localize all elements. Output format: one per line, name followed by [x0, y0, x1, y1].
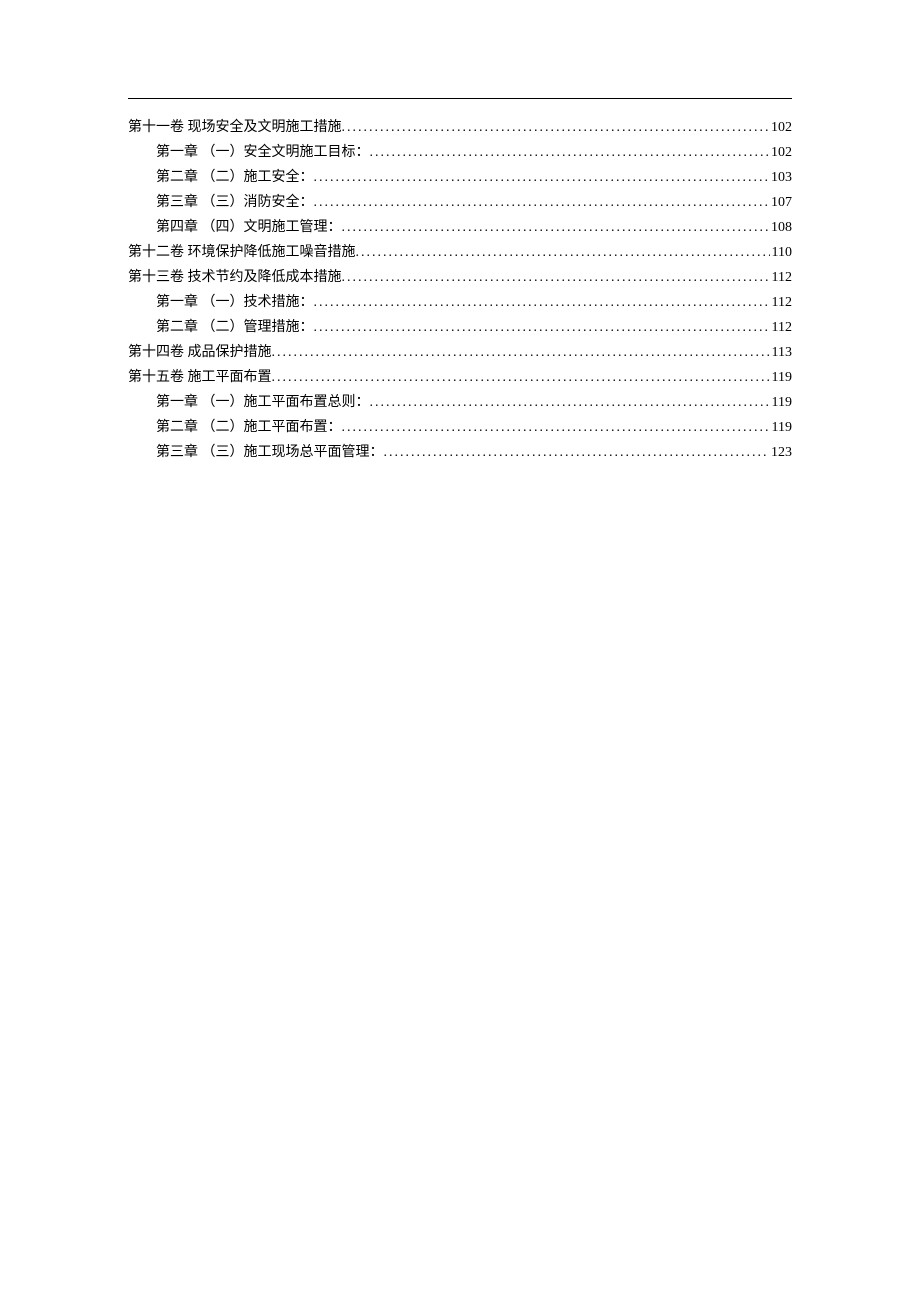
toc-entry: 第四章 （四）文明施工管理： 108 — [128, 215, 792, 240]
toc-leader-dots — [370, 140, 770, 165]
toc-entry-page: 112 — [770, 290, 792, 315]
toc-entry-page: 102 — [769, 140, 792, 165]
toc-entry-label: 第一章 （一）技术措施： — [156, 290, 314, 315]
toc-entry-page: 112 — [770, 315, 792, 340]
toc-entry: 第十四卷 成品保护措施 113 — [128, 340, 792, 365]
toc-leader-dots — [314, 165, 770, 190]
table-of-contents: 第十一卷 现场安全及文明施工措施102第一章 （一）安全文明施工目标：102第二… — [128, 98, 792, 465]
toc-leader-dots — [314, 315, 770, 340]
toc-entry: 第三章 （三）消防安全： 107 — [128, 190, 792, 215]
toc-leader-dots — [356, 240, 770, 265]
toc-entry: 第十二卷 环境保护降低施工噪音措施 110 — [128, 240, 792, 265]
toc-leader-dots — [314, 290, 770, 315]
toc-leader-dots — [272, 340, 770, 365]
toc-entry: 第十五卷 施工平面布置 119 — [128, 365, 792, 390]
toc-entry-page: 113 — [770, 340, 792, 365]
toc-entry-page: 119 — [770, 390, 792, 415]
toc-entry-label: 第二章 （二）管理措施： — [156, 315, 314, 340]
toc-entry-label: 第十二卷 环境保护降低施工噪音措施 — [128, 240, 356, 265]
toc-entry: 第三章 （三）施工现场总平面管理： 123 — [128, 440, 792, 465]
toc-entry-label: 第三章 （三）消防安全： — [156, 190, 314, 215]
toc-leader-dots — [370, 390, 770, 415]
toc-entry-page: 102 — [769, 115, 792, 140]
toc-entry-page: 119 — [770, 415, 792, 440]
toc-leader-dots — [342, 415, 770, 440]
toc-entry-page: 108 — [769, 215, 792, 240]
toc-entry: 第二章 （二）施工平面布置： 119 — [128, 415, 792, 440]
toc-entry-label: 第四章 （四）文明施工管理： — [156, 215, 342, 240]
toc-entry-label: 第一章 （一）安全文明施工目标： — [156, 140, 370, 165]
toc-entry-label: 第十三卷 技术节约及降低成本措施 — [128, 265, 342, 290]
toc-entry-label: 第十四卷 成品保护措施 — [128, 340, 272, 365]
toc-entry-page: 119 — [770, 365, 792, 390]
toc-entry-label: 第二章 （二）施工平面布置： — [156, 415, 342, 440]
toc-entry-page: 107 — [769, 190, 792, 215]
toc-entry-label: 第十一卷 现场安全及文明施工措施 — [128, 115, 342, 140]
toc-entry-label: 第三章 （三）施工现场总平面管理： — [156, 440, 384, 465]
toc-entry: 第一章 （一）安全文明施工目标： 102 — [128, 140, 792, 165]
toc-entry: 第一章 （一）技术措施： 112 — [128, 290, 792, 315]
toc-leader-dots — [342, 215, 770, 240]
toc-entry-page: 112 — [770, 265, 792, 290]
toc-leader-dots — [314, 190, 770, 215]
toc-entry-page: 110 — [770, 240, 792, 265]
toc-entry-page: 123 — [769, 440, 792, 465]
toc-entry: 第十三卷 技术节约及降低成本措施 112 — [128, 265, 792, 290]
toc-entry: 第十一卷 现场安全及文明施工措施 102 — [128, 115, 792, 140]
toc-entry-label: 第二章 （二）施工安全： — [156, 165, 314, 190]
toc-leader-dots — [272, 365, 770, 390]
toc-entry-label: 第一章 （一）施工平面布置总则： — [156, 390, 370, 415]
toc-leader-dots — [384, 440, 770, 465]
toc-entry-label: 第十五卷 施工平面布置 — [128, 365, 272, 390]
toc-entry: 第二章 （二）施工安全： 103 — [128, 165, 792, 190]
toc-entry: 第一章 （一）施工平面布置总则： 119 — [128, 390, 792, 415]
toc-leader-dots — [342, 115, 770, 140]
toc-entry-page: 103 — [769, 165, 792, 190]
toc-entry: 第二章 （二）管理措施： 112 — [128, 315, 792, 340]
toc-leader-dots — [342, 265, 770, 290]
